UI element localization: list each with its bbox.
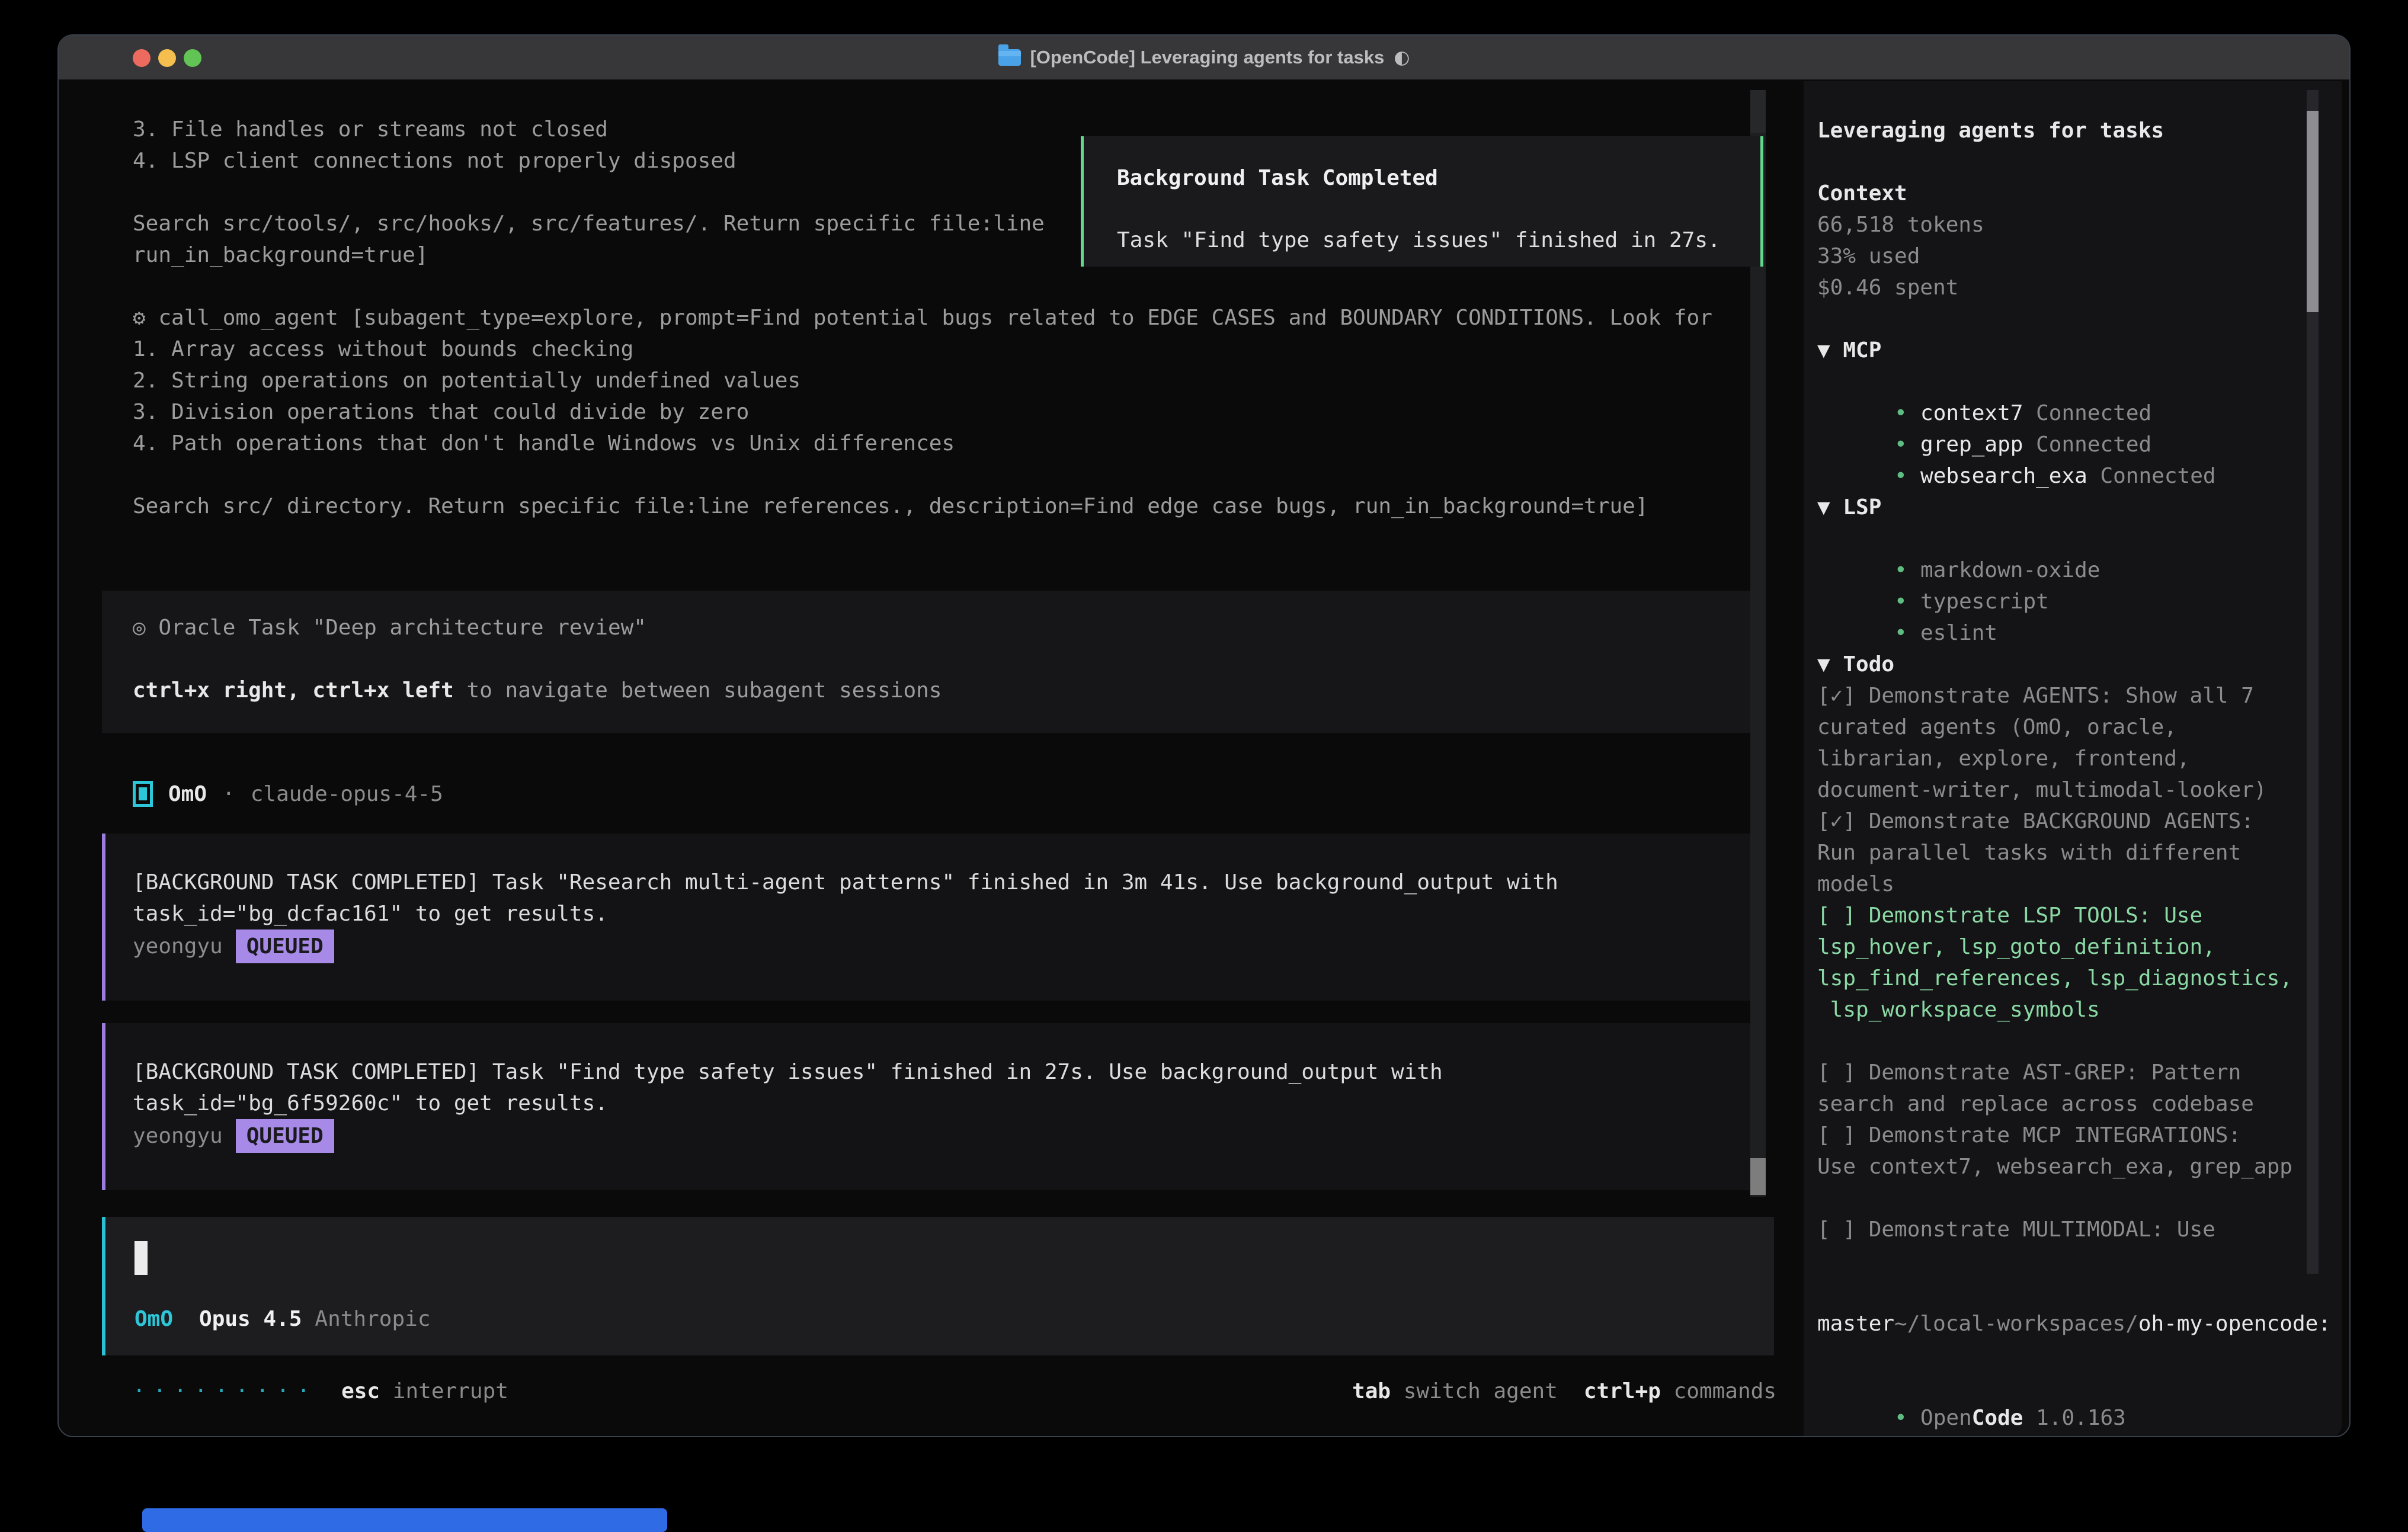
- terminal-window: [OpenCode] Leveraging agents for tasks ◐…: [57, 34, 2351, 1437]
- oracle-keybind-hint: to navigate between subagent sessions: [454, 678, 942, 703]
- task-line1: [BACKGROUND TASK COMPLETED] Task "Resear…: [133, 867, 1750, 898]
- mcp-section-header[interactable]: ▼ MCP: [1817, 335, 2342, 366]
- provider-label: Anthropic: [315, 1307, 430, 1331]
- status-dot-icon: •: [1894, 555, 1920, 586]
- task-line2: task_id="bg_6f59260c" to get results.: [133, 1088, 1750, 1119]
- task-user: yeongyu: [133, 1124, 223, 1148]
- minimize-button[interactable]: [158, 49, 176, 67]
- traffic-lights: [133, 49, 201, 67]
- agent-name: OmO: [168, 782, 207, 806]
- todo-pending-item: [ ] Demonstrate MULTIMODAL: Use: [1817, 1214, 2342, 1245]
- main-scrollbar-cap: [1750, 90, 1766, 133]
- lsp-item: •markdown-oxide: [1817, 523, 2342, 555]
- maximize-button[interactable]: [184, 49, 201, 67]
- session-sidebar: Leveraging agents for tasks Context 66,5…: [1804, 81, 2342, 1437]
- agent-model: claude-opus-4-5: [251, 782, 443, 806]
- agent-header: OmO · claude-opus-4-5: [133, 777, 443, 810]
- agent-separator: ·: [222, 782, 235, 806]
- workspace-path: ~/local-workspaces/oh-my-opencode:: [1817, 1277, 2342, 1308]
- agent-square-icon: [133, 781, 153, 807]
- version-line: •OpenCode 1.0.163: [1817, 1371, 2342, 1402]
- working-spinner-dots: ·········: [133, 1379, 318, 1403]
- context-heading: Context: [1817, 178, 2342, 209]
- status-dot-icon: •: [1894, 429, 1920, 460]
- todo-active-item: [ ] Demonstrate LSP TOOLS: Use lsp_hover…: [1817, 900, 2342, 1025]
- status-dot-icon: •: [1894, 398, 1920, 429]
- status-badge: QUEUED: [236, 1119, 334, 1153]
- status-dot-icon: •: [1894, 1402, 1920, 1434]
- mcp-item: •context7 Connected: [1817, 366, 2342, 398]
- status-dot-icon: •: [1894, 617, 1920, 649]
- esc-key-label: interrupt: [393, 1379, 508, 1403]
- oracle-task-label: Oracle Task "Deep architecture review": [146, 616, 646, 640]
- ctrlp-key-hint: ctrl+p: [1584, 1379, 1661, 1403]
- status-dot-icon: •: [1894, 586, 1920, 617]
- toast-title: Background Task Completed: [1117, 166, 1438, 190]
- status-bar: ········· esc interrupt tab switch agent c…: [133, 1376, 1776, 1407]
- background-task-toast: Background Task Completed Task "Find typ…: [1081, 136, 1763, 267]
- task-user: yeongyu: [133, 934, 223, 959]
- active-model-label: Opus 4.5: [199, 1307, 302, 1331]
- window-title-text: [OpenCode] Leveraging agents for tasks: [1030, 47, 1385, 68]
- close-button[interactable]: [133, 49, 150, 67]
- toast-body: Task "Find type safety issues" finished …: [1117, 228, 1721, 252]
- tab-key-hint: tab: [1352, 1379, 1391, 1403]
- task-line1: [BACKGROUND TASK COMPLETED] Task "Find t…: [133, 1056, 1750, 1088]
- oracle-icon: ◎: [133, 616, 146, 640]
- main-scrollbar-thumb[interactable]: [1750, 1158, 1766, 1195]
- dock-strip: [142, 1508, 667, 1532]
- session-title: Leveraging agents for tasks: [1817, 115, 2342, 146]
- todo-section-header[interactable]: ▼ Todo: [1817, 649, 2342, 680]
- tab-key-label: switch agent: [1404, 1379, 1558, 1403]
- todo-done-items: [✓] Demonstrate AGENTS: Show all 7 curat…: [1817, 680, 2342, 900]
- oracle-keybind: ctrl+x right, ctrl+x left: [133, 678, 454, 703]
- busy-spinner-icon: ◐: [1394, 47, 1410, 68]
- prompt-input[interactable]: OmO Opus 4.5 Anthropic: [102, 1217, 1774, 1355]
- status-badge: QUEUED: [236, 930, 334, 963]
- task-line2: task_id="bg_dcfac161" to get results.: [133, 898, 1750, 930]
- context-stats: 66,518 tokens 33% used $0.46 spent: [1817, 209, 2342, 303]
- window-title: [OpenCode] Leveraging agents for tasks ◐: [998, 47, 1410, 68]
- background-task-card: [BACKGROUND TASK COMPLETED] Task "Resear…: [102, 834, 1750, 1001]
- esc-key-hint: esc: [341, 1379, 380, 1403]
- model-selector[interactable]: OmO Opus 4.5 Anthropic: [135, 1307, 431, 1331]
- sidebar-scrollbar-thumb[interactable]: [2307, 111, 2319, 312]
- folder-icon: [998, 49, 1021, 66]
- text-cursor: [135, 1241, 148, 1275]
- todo-pending-items: [ ] Demonstrate AST-GREP: Pattern search…: [1817, 1057, 2342, 1182]
- oracle-task-card: ◎ Oracle Task "Deep architecture review"…: [102, 591, 1750, 733]
- ctrlp-key-label: commands: [1674, 1379, 1776, 1403]
- titlebar[interactable]: [OpenCode] Leveraging agents for tasks ◐: [59, 36, 2349, 80]
- active-agent-label: OmO: [135, 1307, 173, 1331]
- lsp-section-header[interactable]: ▼ LSP: [1817, 492, 2342, 523]
- background-task-card: [BACKGROUND TASK COMPLETED] Task "Find t…: [102, 1023, 1750, 1190]
- status-dot-icon: •: [1894, 460, 1920, 492]
